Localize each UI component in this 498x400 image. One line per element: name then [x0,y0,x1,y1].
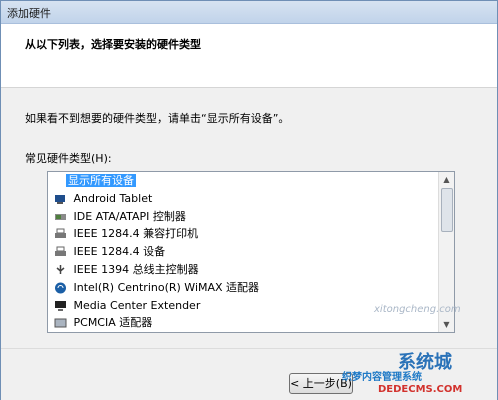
scroll-down-icon[interactable]: ▼ [439,317,454,332]
list-item-label: IEEE 1394 总线主控制器 [73,263,199,277]
ide-controller-icon [54,211,67,223]
scroll-up-icon[interactable]: ▲ [439,172,454,187]
page-heading: 从以下列表，选择要安装的硬件类型 [25,38,201,51]
title-bar: 添加硬件 [1,1,497,24]
list-item-label: IEEE 1284.4 设备 [73,245,166,259]
pcmcia-icon [54,317,67,329]
scroll-thumb[interactable] [441,188,453,232]
list-item[interactable]: IEEE 1284.4 设备 [48,243,440,261]
list-item[interactable]: IEEE 1284.4 兼容打印机 [48,225,440,243]
device-icon [54,193,67,205]
wimax-icon [54,282,67,294]
printer-icon [54,228,67,240]
hint-text: 如果看不到想要的硬件类型，请单击“显示所有设备”。 [25,112,290,125]
watermark-url-small: xitongcheng.com [374,304,461,315]
list-item[interactable]: IEEE 1394 总线主控制器 [48,261,440,279]
list-item-label: Android Tablet [73,191,153,205]
monitor-icon [54,300,67,312]
list-item-label: IDE ATA/ATAPI 控制器 [73,209,186,223]
list-item[interactable]: Intel(R) Centrino(R) WiMAX 适配器 [48,279,440,297]
firewire-icon [54,264,67,276]
watermark-text: 织梦内容管理系统 [342,372,422,383]
window-title: 添加硬件 [7,7,51,20]
list-item-label: IEEE 1284.4 兼容打印机 [73,227,199,241]
hardware-type-label: 常见硬件类型(H): [25,152,112,165]
list-item-label: Media Center Extender [73,298,201,312]
add-hardware-dialog: 添加硬件 从以下列表，选择要安装的硬件类型 如果看不到想要的硬件类型，请单击“显… [0,0,498,400]
list-item-show-all[interactable]: 显示所有设备 [48,172,440,190]
list-item-label: Intel(R) Centrino(R) WiMAX 适配器 [73,280,260,294]
wizard-header: 从以下列表，选择要安装的硬件类型 [1,24,497,88]
list-item[interactable]: Android Tablet [48,190,440,208]
list-item-label: PCMCIA 适配器 [73,316,153,330]
watermark-url: DEDECMS.COM [378,384,463,395]
list-item[interactable]: IDE ATA/ATAPI 控制器 [48,208,440,226]
list-item[interactable]: PCMCIA 适配器 [48,314,440,332]
printer-icon [54,246,67,258]
list-item-label: 显示所有设备 [66,174,136,188]
